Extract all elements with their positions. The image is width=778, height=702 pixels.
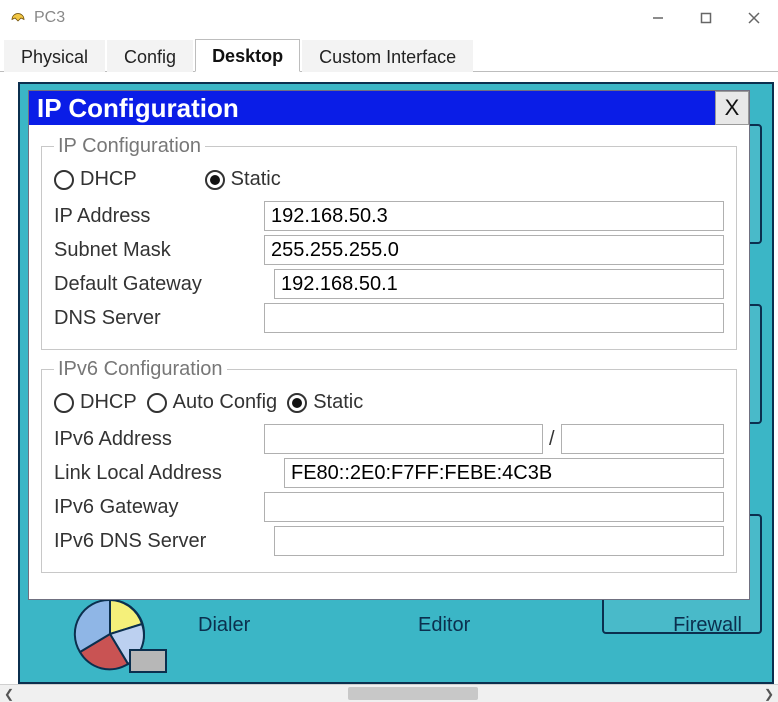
ip-address-label: IP Address bbox=[54, 205, 264, 228]
ipv4-mode-row: DHCP Static bbox=[54, 168, 724, 191]
ipv6-mode-auto[interactable]: Auto Config bbox=[147, 391, 278, 414]
radio-icon bbox=[54, 393, 74, 413]
minimize-button[interactable] bbox=[634, 0, 682, 36]
radio-text: Auto Config bbox=[173, 391, 278, 414]
desktop-tile-label: Editor bbox=[418, 614, 470, 637]
ip-address-input[interactable] bbox=[264, 201, 724, 231]
window-controls bbox=[634, 0, 778, 36]
prefix-separator: / bbox=[549, 428, 555, 451]
window-title: PC3 bbox=[34, 9, 634, 27]
ipv6-fieldset: IPv6 Configuration DHCP Auto Config bbox=[41, 358, 737, 573]
title-bar: PC3 bbox=[0, 0, 778, 36]
ipv6-gateway-label: IPv6 Gateway bbox=[54, 496, 264, 519]
radio-text: Static bbox=[231, 168, 281, 191]
ipv4-legend: IP Configuration bbox=[54, 135, 205, 158]
radio-text: DHCP bbox=[80, 391, 137, 414]
ipv6-prefix-input[interactable] bbox=[561, 424, 724, 454]
subnet-row: Subnet Mask bbox=[54, 235, 724, 265]
ipv4-mode-static[interactable]: Static bbox=[205, 168, 281, 191]
scrollbar-track[interactable] bbox=[18, 685, 760, 702]
link-local-input[interactable] bbox=[284, 458, 724, 488]
gateway-row: Default Gateway bbox=[54, 269, 724, 299]
tab-strip: Physical Config Desktop Custom Interface bbox=[0, 36, 778, 72]
dialog-body: IP Configuration DHCP Static IP Address bbox=[29, 125, 749, 599]
scroll-right-icon[interactable]: ❯ bbox=[760, 685, 778, 702]
radio-icon bbox=[54, 170, 74, 190]
tab-config[interactable]: Config bbox=[107, 40, 193, 72]
gateway-label: Default Gateway bbox=[54, 273, 264, 296]
ipv6-legend: IPv6 Configuration bbox=[54, 358, 227, 381]
radio-text: DHCP bbox=[80, 168, 137, 191]
dialog-title: IP Configuration bbox=[29, 91, 247, 125]
ipv6-gateway-row: IPv6 Gateway bbox=[54, 492, 724, 522]
radio-icon bbox=[205, 170, 225, 190]
tab-custom-interface[interactable]: Custom Interface bbox=[302, 40, 473, 72]
ipv4-mode-dhcp[interactable]: DHCP bbox=[54, 168, 137, 191]
link-local-label: Link Local Address bbox=[54, 462, 274, 485]
ipv6-mode-row: DHCP Auto Config Static bbox=[54, 391, 724, 414]
radio-icon bbox=[287, 393, 307, 413]
desktop-tile-label: Dialer bbox=[198, 614, 250, 637]
desktop-tile-label: Firewall bbox=[673, 614, 742, 637]
maximize-button[interactable] bbox=[682, 0, 730, 36]
ipv6-mode-static[interactable]: Static bbox=[287, 391, 363, 414]
app-window: PC3 Physical Config Desktop Custom Inter… bbox=[0, 0, 778, 702]
horizontal-scrollbar[interactable]: ❮ ❯ bbox=[0, 684, 778, 702]
client-area: Dialer Editor Firewall IP Configuration … bbox=[0, 72, 778, 684]
close-window-button[interactable] bbox=[730, 0, 778, 36]
dns-label: DNS Server bbox=[54, 307, 264, 330]
scroll-left-icon[interactable]: ❮ bbox=[0, 685, 18, 702]
ipv6-dns-row: IPv6 DNS Server bbox=[54, 526, 724, 556]
radio-text: Static bbox=[313, 391, 363, 414]
tab-physical[interactable]: Physical bbox=[4, 40, 105, 72]
dialog-close-button[interactable]: X bbox=[715, 91, 749, 125]
ipv6-gateway-input[interactable] bbox=[264, 492, 724, 522]
ipv6-mode-dhcp[interactable]: DHCP bbox=[54, 391, 137, 414]
ipv6-address-input[interactable] bbox=[264, 424, 543, 454]
subnet-input[interactable] bbox=[264, 235, 724, 265]
ipv6-address-label: IPv6 Address bbox=[54, 428, 264, 451]
gateway-input[interactable] bbox=[274, 269, 724, 299]
ipv4-fieldset: IP Configuration DHCP Static IP Address bbox=[41, 135, 737, 350]
spacer bbox=[247, 91, 715, 125]
tab-desktop[interactable]: Desktop bbox=[195, 39, 300, 72]
dialog-title-bar: IP Configuration X bbox=[29, 91, 749, 125]
radio-icon bbox=[147, 393, 167, 413]
ip-address-row: IP Address bbox=[54, 201, 724, 231]
dns-row: DNS Server bbox=[54, 303, 724, 333]
ip-configuration-dialog: IP Configuration X IP Configuration DHCP bbox=[28, 90, 750, 600]
ipv6-dns-input[interactable] bbox=[274, 526, 724, 556]
subnet-label: Subnet Mask bbox=[54, 239, 264, 262]
ipv6-address-row: IPv6 Address / bbox=[54, 424, 724, 454]
app-icon bbox=[8, 8, 28, 28]
traffic-generator-icon[interactable] bbox=[68, 594, 168, 674]
link-local-row: Link Local Address bbox=[54, 458, 724, 488]
ipv6-dns-label: IPv6 DNS Server bbox=[54, 530, 264, 553]
dns-input[interactable] bbox=[264, 303, 724, 333]
scrollbar-thumb[interactable] bbox=[348, 687, 478, 700]
